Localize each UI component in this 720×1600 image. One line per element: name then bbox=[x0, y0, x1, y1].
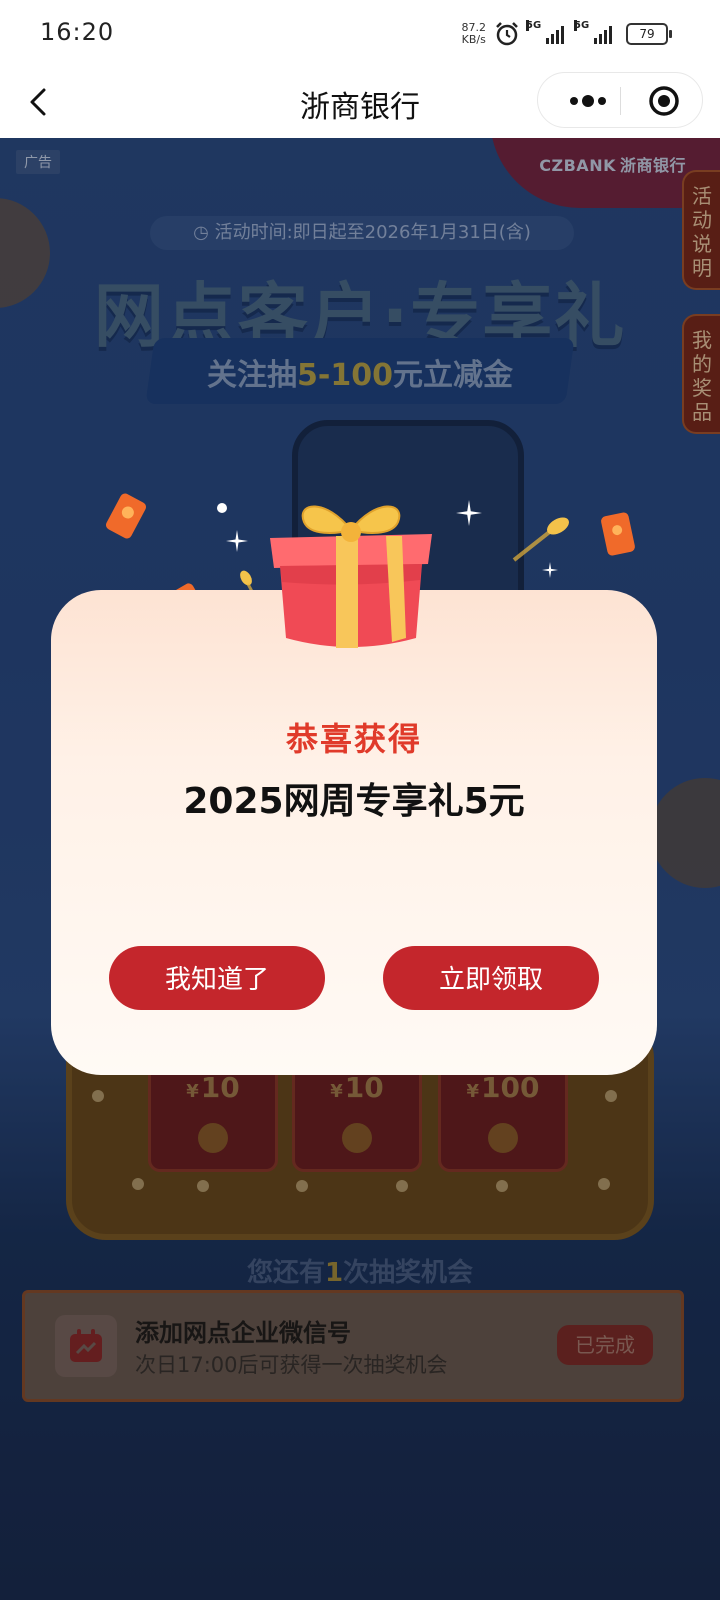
mini-program-capsule bbox=[537, 72, 703, 128]
status-bar: 16:20 87.2 KB/s 5G 5G 79 bbox=[0, 0, 720, 66]
red-packet-decoration bbox=[106, 493, 146, 539]
prize-dialog: 恭喜获得 2025网周专享礼5元 我知道了 立即领取 bbox=[51, 590, 657, 1075]
capsule-divider bbox=[620, 87, 621, 115]
battery-indicator: 79 bbox=[626, 23, 672, 45]
signal-icon-sim2: 5G bbox=[574, 20, 612, 44]
acknowledge-button[interactable]: 我知道了 bbox=[109, 946, 325, 1010]
nav-bar: 浙商银行 bbox=[0, 66, 720, 138]
red-packet-decoration bbox=[601, 512, 635, 556]
claim-now-button[interactable]: 立即领取 bbox=[383, 946, 599, 1010]
signal-icon-sim1: 5G bbox=[526, 20, 564, 44]
sparkle-icon bbox=[217, 503, 227, 513]
status-icons: 87.2 KB/s 5G 5G 79 bbox=[461, 18, 672, 50]
status-time: 16:20 bbox=[40, 18, 115, 46]
coin-decoration bbox=[512, 517, 569, 562]
sparkle-icon bbox=[456, 500, 482, 526]
sparkle-icon bbox=[226, 530, 248, 552]
congrats-title: 恭喜获得 bbox=[285, 720, 422, 758]
network-speed: 87.2 KB/s bbox=[461, 21, 487, 46]
gift-box-icon bbox=[270, 505, 432, 648]
alarm-icon bbox=[496, 22, 518, 46]
sparkle-icon bbox=[542, 562, 558, 578]
prize-name: 2025网周专享礼5元 bbox=[183, 781, 525, 822]
more-options-icon[interactable] bbox=[558, 86, 618, 116]
close-mini-program-icon[interactable] bbox=[648, 85, 680, 117]
